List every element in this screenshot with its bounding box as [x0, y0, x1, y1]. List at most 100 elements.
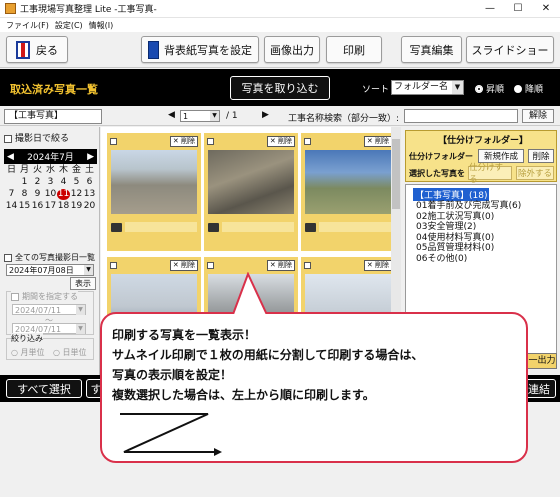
photo-edit-button[interactable]: 写真編集: [401, 36, 462, 63]
import-photos-button[interactable]: 写真を取り込む: [230, 76, 330, 100]
calendar-day[interactable]: 12: [70, 189, 83, 200]
sort-select[interactable]: フォルダー名 ▼: [391, 80, 464, 95]
folder-icon: [208, 222, 219, 232]
close-button[interactable]: ✕: [532, 3, 560, 14]
background-setting-button[interactable]: 背表紙写真を設定: [141, 36, 259, 63]
select-all-button[interactable]: すべて選択: [6, 379, 82, 398]
tree-item[interactable]: 04使用材料写真(0): [406, 233, 556, 244]
calendar-day[interactable]: 8: [18, 189, 31, 200]
tree-item[interactable]: 06その他(0): [406, 254, 556, 265]
period-group: 期間を指定する 2024/07/11 ▼ 〜 2024/07/11 ▼: [6, 291, 94, 335]
order-desc-radio[interactable]: 降順: [514, 82, 543, 95]
calendar-day[interactable]: 4: [57, 177, 70, 188]
chevron-down-icon: ▼: [76, 324, 85, 334]
calendar-day[interactable]: 9: [31, 189, 44, 200]
date-select[interactable]: 2024年07月08日 ▼: [6, 264, 94, 276]
photo-checkbox[interactable]: [207, 138, 214, 145]
calendar-day[interactable]: 2: [31, 177, 44, 188]
menu-info[interactable]: 情報(I): [89, 20, 114, 31]
photo-category-tab[interactable]: 【工事写真】: [4, 109, 102, 124]
calendar-day[interactable]: 7: [5, 189, 18, 200]
filter-panel: 撮影日で絞る ◀ 2024年7月 ▶ 日 月 火 水 木 金 土 1 2 3 4…: [0, 127, 100, 375]
show-button[interactable]: 表示: [70, 277, 96, 290]
folder-icon: [305, 222, 316, 232]
calendar-day[interactable]: 6: [83, 177, 96, 188]
tree-item[interactable]: 03安全管理(2): [406, 222, 556, 233]
delete-photo-button[interactable]: ✕ 削除: [363, 136, 392, 147]
photo-checkbox[interactable]: [110, 138, 117, 145]
delete-photo-button[interactable]: ✕ 削除: [363, 260, 392, 271]
calendar-day[interactable]: 18: [57, 201, 70, 212]
tree-item[interactable]: 01着手前及び完成写真(6): [406, 201, 556, 212]
chevron-down-icon: ▼: [210, 111, 219, 121]
toolbar: 戻る 背表紙写真を設定 画像出力 印刷 写真編集 スライドショー: [0, 32, 560, 68]
delete-photo-button[interactable]: ✕ 削除: [169, 260, 198, 271]
photo-checkbox[interactable]: [110, 262, 117, 269]
maximize-button[interactable]: ☐: [504, 3, 532, 14]
scrollbar-thumb[interactable]: [392, 139, 400, 209]
order-asc-radio[interactable]: 昇順: [475, 82, 504, 95]
tree-item[interactable]: 02施工状況写真(0): [406, 212, 556, 223]
photo-checkbox[interactable]: [207, 262, 214, 269]
date-filter-checkbox[interactable]: 撮影日で絞る: [4, 131, 69, 144]
calendar-day[interactable]: 10: [44, 189, 57, 200]
delete-photo-button[interactable]: ✕ 削除: [266, 136, 295, 147]
slideshow-button[interactable]: スライドショー: [466, 36, 554, 63]
minimize-button[interactable]: —: [476, 3, 504, 14]
folder-panel-title: 【仕分けフォルダー】: [438, 136, 529, 146]
calendar-day[interactable]: 15: [18, 201, 31, 212]
photo-thumbnail: [111, 150, 197, 214]
photo-card[interactable]: ✕ 削除: [301, 133, 395, 251]
exclude-button[interactable]: 除外する: [516, 166, 554, 180]
calendar-day[interactable]: 13: [83, 189, 96, 200]
month-unit-radio[interactable]: ○ 月単位: [11, 347, 45, 358]
period-from-select[interactable]: 2024/07/11 ▼: [12, 304, 86, 315]
chevron-down-icon: ▼: [84, 265, 93, 275]
photo-checkbox[interactable]: [304, 262, 311, 269]
folder-output-button[interactable]: 一出力: [527, 353, 557, 369]
calendar-day[interactable]: 3: [44, 177, 57, 188]
image-output-button[interactable]: 画像出力: [264, 36, 320, 63]
calendar-prev-icon[interactable]: ◀: [7, 152, 14, 162]
calendar-day[interactable]: 20: [83, 201, 96, 212]
clear-search-button[interactable]: 解除: [522, 109, 554, 123]
search-input[interactable]: [404, 109, 518, 123]
tree-item[interactable]: 05品質管理材料(0): [406, 243, 556, 254]
page-select[interactable]: 1 ▼: [180, 110, 220, 122]
tree-root[interactable]: 【工事写真】(18): [413, 188, 490, 201]
folder-label: 仕分けフォルダー: [409, 152, 473, 161]
paging-bar: 【工事写真】 ◀ 1 ▼ / 1 ▶ 工事名称検索（部分一致）: 解除: [0, 106, 560, 126]
delete-photo-button[interactable]: ✕ 削除: [266, 260, 295, 271]
sort-into-folder-button[interactable]: 仕分けする: [468, 163, 512, 185]
app-icon: [5, 3, 16, 14]
calendar-day[interactable]: 1: [18, 177, 31, 188]
delete-photo-button[interactable]: ✕ 削除: [169, 136, 198, 147]
back-button[interactable]: 戻る: [6, 36, 68, 63]
calendar-next-icon[interactable]: ▶: [87, 152, 94, 162]
narrow-group: 絞り込み ○ 月単位 ○ 日単位: [6, 333, 94, 360]
calendar-header: ◀ 2024年7月 ▶: [4, 149, 97, 164]
chevron-down-icon: ▼: [452, 81, 463, 94]
calendar-day[interactable]: 14: [5, 201, 18, 212]
period-checkbox[interactable]: 期間を指定する: [11, 291, 78, 302]
calendar-day[interactable]: 16: [31, 201, 44, 212]
calendar-day[interactable]: 19: [70, 201, 83, 212]
delete-folder-button[interactable]: 削除: [528, 149, 554, 163]
day-unit-radio[interactable]: ○ 日単位: [53, 347, 87, 358]
all-dates-checkbox[interactable]: 全ての写真撮影日一覧: [4, 252, 95, 263]
print-button[interactable]: 印刷: [326, 36, 382, 63]
instruction-callout: 印刷する写真を一覧表示！ サムネイル印刷で１枚の用紙に分割して印刷する場合は、 …: [100, 272, 528, 463]
calendar-day[interactable]: 5: [70, 177, 83, 188]
photo-checkbox[interactable]: [304, 138, 311, 145]
next-page-icon[interactable]: ▶: [262, 110, 269, 120]
menu-settings[interactable]: 設定(C): [55, 20, 83, 31]
book-spine-icon: [148, 40, 159, 59]
calendar-day[interactable]: 17: [44, 201, 57, 212]
calendar-day-selected[interactable]: 11: [57, 189, 70, 200]
page-total: / 1: [226, 111, 238, 121]
prev-page-icon[interactable]: ◀: [168, 110, 175, 120]
photo-card[interactable]: ✕ 削除: [107, 133, 201, 251]
folder-icon: [111, 222, 122, 232]
menu-file[interactable]: ファイル(F): [6, 20, 49, 31]
photo-card[interactable]: ✕ 削除: [204, 133, 298, 251]
